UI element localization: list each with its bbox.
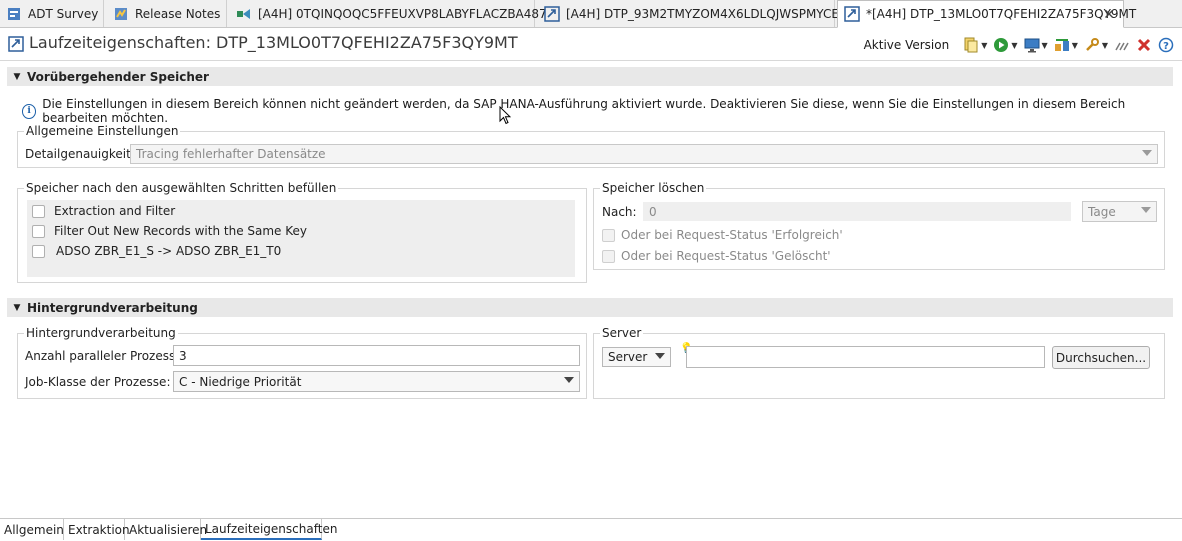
tab-dtp-13mlo-active[interactable]: *[A4H] DTP_13MLO0T7QFEHI2ZA75F3QY9MT ✕ — [837, 0, 1136, 28]
tab-allgemein[interactable]: Allgemein — [0, 519, 64, 540]
group-label: Hintergrundverarbeitung — [24, 326, 178, 340]
format-icon[interactable] — [1114, 37, 1130, 53]
data-flow-icon[interactable] — [1054, 37, 1070, 53]
dtp-icon — [8, 36, 24, 52]
chevron-down-icon[interactable]: ▼ — [1072, 41, 1078, 50]
editor-toolbar: Aktive Version ▼ ▼ ▼ ▼ ▼ ? — [864, 34, 1174, 56]
tab-release-notes[interactable]: Release Notes — [107, 0, 227, 27]
monitor-icon[interactable] — [1024, 37, 1040, 53]
delete-icon[interactable] — [1136, 37, 1152, 53]
checkbox-box — [32, 244, 45, 258]
info-text: Die Einstellungen in diesem Bereich könn… — [42, 97, 1126, 125]
parallel-processes-input[interactable]: 3 — [173, 345, 580, 366]
group-label: Speicher löschen — [600, 181, 707, 195]
editor-header: Laufzeiteigenschaften: DTP_13MLO0T7QFEHI… — [0, 28, 1182, 61]
after-value: 0 — [649, 204, 657, 219]
survey-icon — [8, 7, 20, 20]
collapse-toggle-icon[interactable]: ▼ — [7, 72, 27, 82]
server-type-value: Server — [608, 350, 648, 364]
checkbox-label: Oder bei Request-Status 'Gelöscht' — [621, 249, 831, 263]
job-class-select[interactable]: C - Niedrige Priorität — [173, 371, 580, 392]
version-switch-icon[interactable] — [963, 37, 979, 53]
page-title: Laufzeiteigenschaften: DTP_13MLO0T7QFEHI… — [29, 33, 518, 52]
section-temporary-storage[interactable]: ▼ Vorübergehender Speicher — [7, 67, 1173, 86]
after-label: Nach: — [602, 205, 637, 219]
checkbox-label: Oder bei Request-Status 'Erfolgreich' — [621, 228, 843, 242]
chevron-down-icon — [655, 353, 665, 359]
release-notes-icon — [115, 7, 127, 20]
checkbox-box — [32, 204, 45, 218]
close-icon[interactable]: ✕ — [1103, 7, 1115, 23]
group-label: Server — [600, 326, 644, 340]
browse-button[interactable]: Durchsuchen... — [1052, 346, 1150, 369]
info-message: i Die Einstellungen in diesem Bereich kö… — [22, 97, 1182, 125]
group-label: Allgemeine Einstellungen — [24, 124, 181, 138]
success-status-checkbox[interactable]: Oder bei Request-Status 'Erfolgreich' — [602, 228, 843, 242]
dtp-icon — [844, 6, 860, 22]
tab-label: [A4H] 0TQINQOQC5FFEUXVP8LABYFLACZBA487 — [258, 6, 547, 21]
job-class-label: Job-Klasse der Prozesse: — [25, 375, 171, 389]
chevron-down-icon[interactable]: ▼ — [1042, 41, 1048, 50]
tab-aktualisieren[interactable]: Aktualisieren — [125, 519, 207, 540]
tab-adt-survey[interactable]: ADT Survey — [0, 0, 104, 27]
deleted-status-checkbox[interactable]: Oder bei Request-Status 'Gelöscht' — [602, 249, 831, 263]
unit-value: Tage — [1088, 204, 1116, 219]
section-title: Hintergrundverarbeitung — [27, 300, 198, 315]
unit-select[interactable]: Tage — [1082, 201, 1157, 222]
step-label: Filter Out New Records with the Same Key — [54, 224, 308, 238]
section-title: Vorübergehender Speicher — [27, 69, 209, 84]
chevron-down-icon[interactable]: ▼ — [981, 41, 987, 50]
chevron-down-icon — [1141, 207, 1151, 213]
chevron-down-icon[interactable]: ▼ — [1011, 41, 1017, 50]
tab-label: Release Notes — [135, 6, 221, 21]
dtp-icon — [544, 5, 560, 22]
mouse-cursor-icon — [499, 106, 511, 125]
section-background-processing[interactable]: ▼ Hintergrundverarbeitung — [7, 298, 1173, 317]
checkbox-box — [602, 249, 615, 263]
tab-label: [A4H] DTP_93M2TMYZOM4X6LDLQJWSPMYCE — [566, 6, 839, 21]
version-label: Aktive Version — [863, 38, 950, 52]
help-icon[interactable]: ? — [1158, 37, 1174, 53]
parallel-processes-value: 3 — [179, 348, 187, 363]
editor-page-tabs: Allgemein Extraktion Aktualisieren Laufz… — [0, 518, 1182, 541]
editor-tab-bar: ADT Survey Release Notes [A4H] 0TQINQOQC… — [0, 0, 1182, 28]
parallel-processes-label: Anzahl paralleler Prozesse: — [25, 349, 187, 363]
server-input[interactable] — [686, 346, 1045, 368]
tab-label: *[A4H] DTP_13MLO0T7QFEHI2ZA75F3QY9MT — [866, 7, 1137, 21]
step-label: Extraction and Filter — [54, 204, 176, 218]
job-class-value: C - Niedrige Priorität — [179, 374, 302, 389]
detail-level-value: Tracing fehlerhafter Datensätze — [136, 147, 326, 161]
wrench-icon[interactable] — [1084, 37, 1100, 53]
detail-level-label: Detailgenauigkeit: — [25, 147, 135, 161]
transformation-icon — [237, 8, 250, 19]
detail-level-select[interactable]: Tracing fehlerhafter Datensätze — [130, 144, 1158, 164]
step-checkbox[interactable]: Filter Out New Records with the Same Key — [32, 224, 307, 238]
chevron-down-icon[interactable]: ▼ — [1102, 41, 1108, 50]
svg-text:?: ? — [1163, 41, 1169, 52]
collapse-toggle-icon[interactable]: ▼ — [7, 303, 27, 313]
chevron-down-icon — [1142, 150, 1152, 156]
chevron-down-icon — [564, 377, 574, 383]
checkbox-box — [32, 224, 45, 238]
server-type-select[interactable]: Server — [602, 347, 671, 367]
checkbox-box — [602, 228, 615, 242]
tab-label: ADT Survey — [28, 6, 99, 21]
tab-extraktion[interactable]: Extraktion — [64, 519, 130, 540]
tab-dtp-93m2[interactable]: [A4H] DTP_93M2TMYZOM4X6LDLQJWSPMYCE — [538, 0, 839, 27]
step-checkbox[interactable]: ADSO ZBR_E1_S -> ADSO ZBR_E1_T0 — [32, 244, 281, 258]
step-label: ADSO ZBR_E1_S -> ADSO ZBR_E1_T0 — [56, 244, 282, 258]
tab-laufzeiteigenschaften[interactable]: Laufzeiteigenschaften — [201, 519, 337, 540]
group-label: Speicher nach den ausgewählten Schritten… — [24, 181, 339, 195]
after-input[interactable]: 0 — [643, 202, 1071, 221]
run-icon[interactable] — [993, 37, 1009, 53]
info-icon: i — [22, 103, 37, 119]
tab-transformation[interactable]: [A4H] 0TQINQOQC5FFEUXVP8LABYFLACZBA487 — [230, 0, 547, 27]
step-checkbox[interactable]: Extraction and Filter — [32, 204, 175, 218]
